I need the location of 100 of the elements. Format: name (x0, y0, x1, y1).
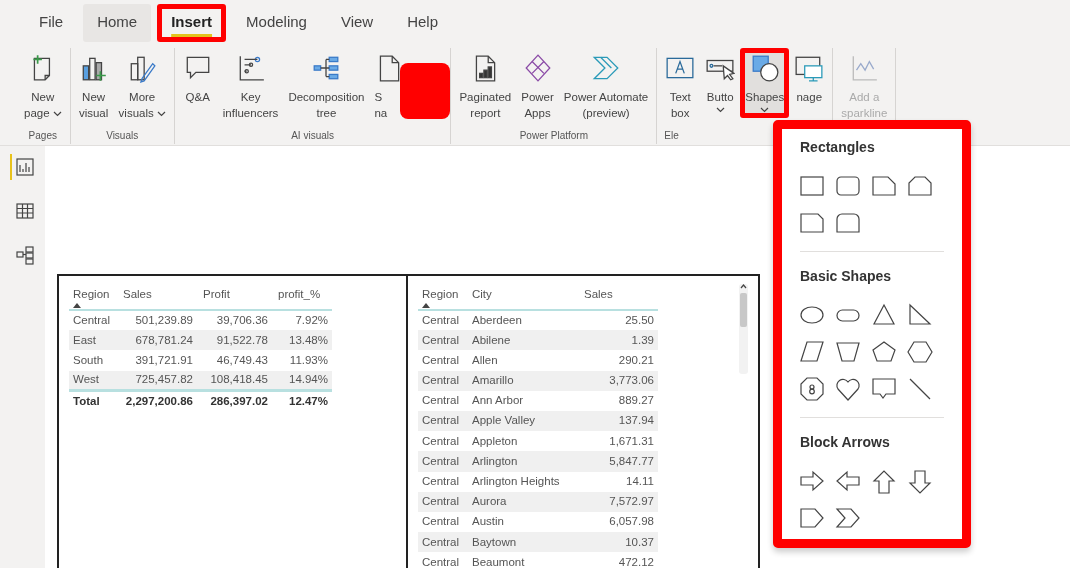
scroll-up-icon (740, 284, 747, 289)
table-cell: 14.94% (272, 370, 332, 391)
table-cell: Central (69, 310, 117, 331)
column-header[interactable]: Region (418, 284, 468, 310)
table-cell: West (69, 370, 117, 391)
table-cell: Central (418, 532, 468, 553)
table-cell: Arlington (468, 451, 578, 472)
table-cell: 91,522.78 (197, 330, 272, 351)
table-cell: Central (418, 451, 468, 472)
section-title: Block Arrows (799, 433, 891, 452)
ribbon-button[interactable]: Power Apps (516, 48, 559, 126)
table-cell: 39,706.36 (197, 310, 272, 331)
table-cell: 3,773.06 (578, 370, 658, 391)
table-cell: Central (418, 471, 468, 492)
ribbon-button[interactable]: nage (789, 48, 830, 110)
ribbon-button[interactable]: New page (19, 48, 67, 126)
ribbon-tab[interactable]: File (25, 4, 78, 42)
table-cell: 7.92% (272, 310, 332, 331)
ribbon-button[interactable]: Power Automate (preview) (558, 48, 654, 126)
table-cell: 501,239.89 (117, 310, 197, 331)
table-cell: Central (418, 370, 468, 391)
table-cell: Aurora (468, 491, 578, 512)
column-header[interactable]: Sales (117, 284, 197, 310)
ribbon-button[interactable]: Q&A (177, 48, 218, 110)
group-label: Ele (663, 130, 680, 143)
report-view-icon (14, 157, 35, 177)
table-cell: 10.37 (578, 532, 658, 553)
ribbon-tab[interactable]: Help (393, 4, 453, 42)
group-label: Pages (27, 130, 58, 143)
ribbon-button[interactable]: Paginated report (454, 48, 517, 126)
table-cell: Arlington Heights (468, 471, 578, 492)
table-cell: 5,847.77 (578, 451, 658, 472)
group-label: Power Platform (518, 130, 590, 143)
ribbon-button[interactable]: S na (369, 48, 448, 126)
table-cell: South (69, 350, 117, 371)
table-cell: Beaumont (468, 552, 578, 568)
column-header[interactable]: Region (69, 284, 117, 310)
table-cell: 472.12 (578, 552, 658, 568)
table-cell: East (69, 330, 117, 351)
column-header[interactable]: City (468, 284, 578, 310)
table-cell: 108,418.45 (197, 370, 272, 391)
table-cell: Central (418, 511, 468, 533)
table-cell: 1.39 (578, 330, 658, 351)
column-header[interactable]: profit_% (272, 284, 332, 310)
table-cell: Abilene (468, 330, 578, 351)
table-cell: Central (418, 390, 468, 411)
table-cell: Central (418, 431, 468, 452)
table-cell: 290.21 (578, 350, 658, 371)
column-header[interactable]: Sales (578, 284, 658, 310)
ribbon-tab[interactable]: Insert (157, 4, 227, 42)
table-cell: 678,781.24 (117, 330, 197, 351)
octagon-icon (798, 375, 826, 402)
total-cell: 12.47% (272, 390, 332, 411)
table-cell: 391,721.91 (117, 350, 197, 371)
scrollbar[interactable] (739, 284, 748, 374)
table-cell: 25.50 (578, 310, 658, 331)
ribbon-button[interactable]: Text box (660, 48, 701, 126)
table-cell: Central (418, 552, 468, 568)
table-cell: Central (418, 410, 468, 432)
table-cell: Central (418, 310, 468, 331)
ribbon-tab[interactable]: View (326, 4, 388, 42)
table-icon (14, 201, 35, 221)
ribbon-button[interactable]: Decomposition tree (283, 48, 370, 126)
ribbon-button[interactable]: Shapes (740, 48, 790, 118)
model-icon (14, 245, 35, 265)
ribbon-button[interactable]: New visual (73, 48, 114, 126)
ribbon-tab[interactable]: Modeling (232, 4, 321, 42)
ribbon-button[interactable]: Butto (700, 48, 741, 118)
arrow-down-icon (906, 467, 934, 494)
table-cell: 11.93% (272, 350, 332, 371)
table-cell: 889.27 (578, 390, 658, 411)
group-label: Visuals (105, 130, 140, 143)
table-cell: 46,749.43 (197, 350, 272, 371)
table-cell: 6,057.98 (578, 511, 658, 533)
table-cell: 725,457.82 (117, 370, 197, 391)
total-cell: Total (69, 390, 117, 411)
hexagon-icon (906, 338, 934, 365)
table-cell: 137.94 (578, 410, 658, 432)
table-cell: Central (418, 491, 468, 512)
column-header[interactable]: Profit (197, 284, 272, 310)
table-cell: Allen (468, 350, 578, 371)
table-cell: 1,671.31 (578, 431, 658, 452)
table-cell: 7,572.97 (578, 491, 658, 512)
ribbon-tab[interactable]: Home (83, 4, 152, 42)
table-cell: Central (418, 350, 468, 371)
table-cell: Ann Arbor (468, 390, 578, 411)
table-cell: Baytown (468, 532, 578, 553)
table-cell: Apple Valley (468, 410, 578, 432)
total-cell: 2,297,200.86 (117, 390, 197, 411)
table-cell: 14.11 (578, 471, 658, 492)
ribbon-button[interactable]: More visuals (113, 48, 171, 126)
ribbon-button[interactable]: Key influencers (217, 48, 284, 126)
table-cell: Amarillo (468, 370, 578, 391)
table-cell: Appleton (468, 431, 578, 452)
parallelogram-icon (798, 338, 826, 365)
table-cell: 13.48% (272, 330, 332, 351)
total-cell: 286,397.02 (197, 390, 272, 411)
section-title: Rectangles (799, 138, 876, 157)
right-triangle-icon (906, 301, 934, 328)
group-label: AI visuals (290, 130, 335, 143)
